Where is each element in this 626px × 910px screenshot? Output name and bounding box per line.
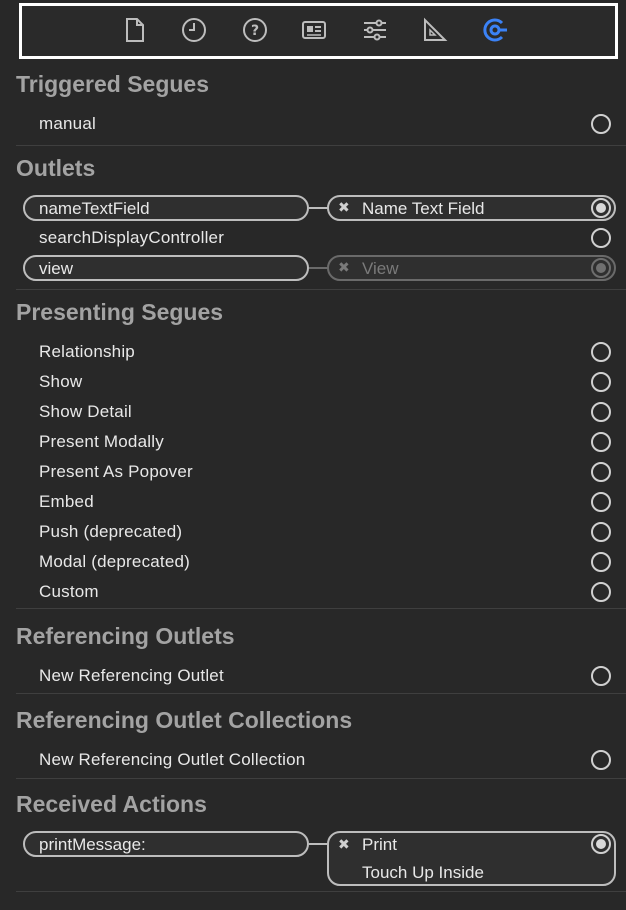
connection-circle-show[interactable] bbox=[591, 372, 611, 392]
disconnect-x-icon[interactable]: ✖ bbox=[338, 836, 350, 853]
connection-circle-present-modally[interactable] bbox=[591, 432, 611, 452]
outlets-header: Outlets bbox=[16, 155, 96, 181]
segue-row-show-detail: Show Detail bbox=[39, 402, 132, 421]
disconnect-x-icon[interactable]: ✖ bbox=[338, 199, 350, 216]
outlet-label: view bbox=[39, 259, 74, 278]
outlet-pill-nameTextField[interactable]: nameTextField bbox=[23, 195, 309, 221]
connection-circle-modal[interactable] bbox=[591, 552, 611, 572]
svg-text:?: ? bbox=[251, 23, 259, 39]
size-inspector-icon[interactable] bbox=[422, 17, 448, 43]
outlet-connection-view[interactable]: ✖ View bbox=[327, 255, 616, 281]
segue-row-custom: Custom bbox=[39, 582, 99, 601]
section-divider bbox=[16, 145, 626, 146]
action-label: printMessage: bbox=[39, 835, 146, 854]
outlet-pill-view[interactable]: view bbox=[23, 255, 309, 281]
outlet-label: nameTextField bbox=[39, 199, 150, 218]
presenting-segues-header: Presenting Segues bbox=[16, 299, 224, 325]
connection-circle-push[interactable] bbox=[591, 522, 611, 542]
segue-row-present-as-popover: Present As Popover bbox=[39, 462, 193, 481]
section-divider bbox=[16, 891, 626, 892]
section-divider bbox=[16, 289, 626, 290]
segue-row-embed: Embed bbox=[39, 492, 94, 511]
connection-circle-relationship[interactable] bbox=[591, 342, 611, 362]
received-actions-header: Received Actions bbox=[16, 791, 207, 817]
action-pill-printMessage[interactable]: printMessage: bbox=[23, 831, 309, 857]
triggered-segues-header: Triggered Segues bbox=[16, 71, 210, 97]
outlet-row-searchDisplayController: searchDisplayController bbox=[39, 228, 225, 247]
connection-target-label: View bbox=[362, 259, 399, 278]
history-inspector-icon[interactable] bbox=[181, 17, 207, 43]
connection-circle-nameTextField[interactable] bbox=[591, 198, 611, 218]
segue-row-show: Show bbox=[39, 372, 83, 391]
new-referencing-outlet-row: New Referencing Outlet bbox=[39, 666, 224, 685]
segue-row-relationship: Relationship bbox=[39, 342, 135, 361]
connection-event-label: Touch Up Inside bbox=[362, 863, 484, 882]
connection-circle-show-detail[interactable] bbox=[591, 402, 611, 422]
connection-circle-present-as-popover[interactable] bbox=[591, 462, 611, 482]
connection-circle-manual[interactable] bbox=[591, 114, 611, 134]
connection-circle-embed[interactable] bbox=[591, 492, 611, 512]
attributes-inspector-icon[interactable] bbox=[362, 17, 388, 43]
segue-row-manual: manual bbox=[39, 114, 96, 133]
segue-row-push: Push (deprecated) bbox=[39, 522, 183, 541]
inspector-toolbar: ? bbox=[0, 0, 626, 64]
section-divider bbox=[16, 608, 626, 609]
outlet-connection-name-text-field[interactable]: ✖ Name Text Field bbox=[327, 195, 616, 221]
connection-line bbox=[309, 207, 329, 209]
connection-target-label: Print bbox=[362, 835, 397, 854]
action-connection-print[interactable]: ✖ Print Touch Up Inside bbox=[327, 831, 616, 886]
connection-circle-view[interactable] bbox=[591, 258, 611, 278]
connections-inspector-icon[interactable] bbox=[482, 17, 508, 43]
connection-target-label: Name Text Field bbox=[362, 199, 485, 218]
connection-circle-printMessage[interactable] bbox=[591, 834, 611, 854]
new-referencing-outlet-collection-row: New Referencing Outlet Collection bbox=[39, 750, 306, 769]
disconnect-x-icon[interactable]: ✖ bbox=[338, 259, 350, 276]
referencing-outlet-collections-header: Referencing Outlet Collections bbox=[16, 707, 353, 733]
connection-line bbox=[309, 843, 329, 845]
referencing-outlets-header: Referencing Outlets bbox=[16, 623, 235, 649]
file-inspector-icon[interactable] bbox=[122, 17, 148, 43]
segue-row-present-modally: Present Modally bbox=[39, 432, 164, 451]
section-divider bbox=[16, 778, 626, 779]
identity-inspector-icon[interactable] bbox=[301, 17, 327, 43]
quick-help-icon[interactable]: ? bbox=[242, 17, 268, 43]
connection-circle-custom[interactable] bbox=[591, 582, 611, 602]
connection-line bbox=[309, 267, 329, 269]
section-divider bbox=[16, 693, 626, 694]
connection-circle-searchDisplayController[interactable] bbox=[591, 228, 611, 248]
connection-circle-new-referencing-outlet-collection[interactable] bbox=[591, 750, 611, 770]
segue-row-modal: Modal (deprecated) bbox=[39, 552, 191, 571]
connection-circle-new-referencing-outlet[interactable] bbox=[591, 666, 611, 686]
